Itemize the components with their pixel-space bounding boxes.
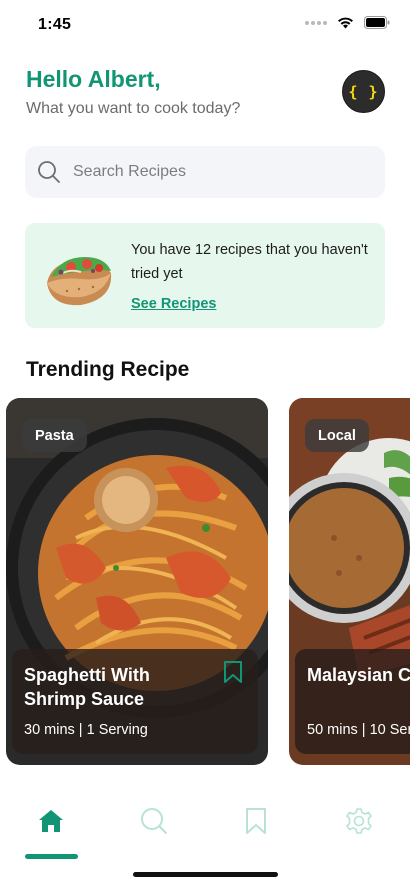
greeting-title: Hello Albert, (26, 66, 161, 92)
see-recipes-link[interactable]: See Recipes (131, 296, 216, 312)
category-badge: Pasta (22, 419, 87, 452)
nav-settings[interactable] (333, 804, 385, 838)
taco-illustration (47, 257, 112, 306)
search-input[interactable] (73, 163, 353, 181)
section-title: Trending Recipe (26, 358, 190, 381)
recipe-card[interactable]: Pasta Spaghetti With Shrimp Sauce 30 min… (6, 398, 268, 765)
bookmark-icon[interactable] (222, 660, 244, 684)
category-badge: Local (305, 419, 369, 452)
wifi-icon (338, 17, 353, 29)
curly-braces-icon: { } (348, 82, 379, 101)
recipe-title: Spaghetti With Shrimp Sauce (24, 665, 150, 709)
card-info-panel: Spaghetti With Shrimp Sauce 30 mins | 1 … (12, 649, 258, 754)
recipe-meta: 30 mins | 1 Serving (24, 722, 148, 738)
status-time: 1:45 (38, 16, 72, 33)
bookmark-icon (246, 808, 266, 834)
status-bar: 1:45 (0, 0, 410, 50)
nav-search[interactable] (128, 804, 180, 838)
home-indicator (133, 872, 278, 877)
search-icon (141, 808, 167, 834)
battery-icon (364, 16, 390, 29)
active-tab-indicator (25, 854, 78, 859)
recipe-card[interactable]: Local Malaysian Chicken Satay 50 mins | … (289, 398, 410, 765)
home-icon (39, 810, 63, 832)
status-icons (305, 16, 390, 29)
search-bar[interactable] (25, 146, 385, 198)
card-info-panel: Malaysian Chicken Satay 50 mins | 10 Ser… (295, 649, 410, 754)
recipe-meta: 50 mins | 10 Serving (307, 722, 410, 738)
nav-home[interactable] (25, 804, 77, 838)
promo-text: You have 12 recipes that you haven't tri… (131, 242, 368, 282)
avatar[interactable]: { } (342, 70, 385, 113)
nav-bookmarks[interactable] (230, 804, 282, 838)
bottom-navigation (0, 790, 410, 860)
search-icon (38, 161, 60, 183)
promo-banner: You have 12 recipes that you haven't tri… (25, 223, 385, 328)
recipe-title: Malaysian Chicken Satay (307, 665, 410, 685)
greeting-subtitle: What you want to cook today? (26, 100, 241, 117)
cellular-signal-icon (305, 20, 327, 25)
gear-icon (346, 808, 372, 834)
